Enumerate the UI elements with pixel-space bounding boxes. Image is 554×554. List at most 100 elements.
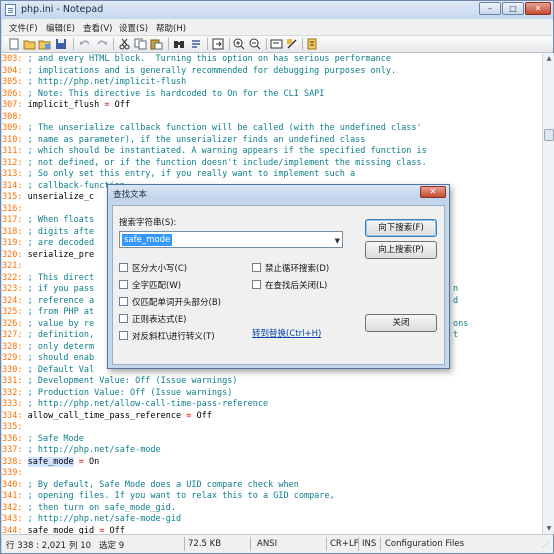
no-wrap-checkbox[interactable]: 禁止循环搜索(D) bbox=[252, 262, 352, 274]
chevron-down-icon[interactable]: ▼ bbox=[335, 237, 340, 245]
code-line: 336: ; Safe Mode bbox=[2, 433, 84, 444]
menu-edit[interactable]: 编辑(E) bbox=[46, 22, 75, 34]
scroll-down-icon[interactable]: ▼ bbox=[544, 523, 554, 534]
code-line: 337: ; http://php.net/safe-mode bbox=[2, 445, 161, 455]
code-line: 331: ; Development Value: Off (Issue war… bbox=[2, 376, 238, 386]
copy-icon[interactable] bbox=[134, 38, 147, 50]
checkbox-box[interactable] bbox=[119, 280, 128, 289]
comment-text: ; are decoded bbox=[27, 238, 95, 248]
find-icon[interactable] bbox=[173, 38, 186, 50]
checkbox-box[interactable] bbox=[119, 297, 128, 306]
line-number: 341 bbox=[2, 491, 18, 501]
toolbar-separator bbox=[302, 38, 303, 50]
close-window-button[interactable]: ✕ bbox=[525, 2, 551, 15]
checkbox-box[interactable] bbox=[119, 263, 128, 272]
find-next-button[interactable]: 向下搜索(F) bbox=[365, 219, 437, 237]
comment-text: ; which should be instantiated. A warnin… bbox=[27, 146, 427, 156]
line-number: 329 bbox=[2, 353, 18, 363]
close-dialog-button[interactable]: 关闭 bbox=[365, 314, 437, 332]
goto-icon[interactable] bbox=[212, 38, 225, 50]
comment-text: ; Production Value: Off (Issue warnings) bbox=[27, 387, 233, 398]
line-number: 332 bbox=[2, 387, 18, 398]
status-bar: 行 338 : 2,021 列 10 选定 9 72.5 KB ANSI CR+… bbox=[2, 534, 553, 553]
search-input-value[interactable]: safe_mode bbox=[122, 234, 173, 246]
new-file-icon[interactable] bbox=[8, 38, 21, 50]
code-line: 329: ; should enab bbox=[2, 353, 95, 363]
code-line: 333: ; http://php.net/allow-call-time-pa… bbox=[2, 399, 269, 409]
regex-checkbox[interactable]: 正则表达式(E) bbox=[119, 313, 239, 325]
status-divider bbox=[184, 537, 185, 551]
match-case-checkbox[interactable]: 区分大小写(C) bbox=[119, 262, 239, 274]
zoom-in-icon[interactable] bbox=[233, 38, 246, 50]
escape-backslash-checkbox[interactable]: 对反斜杠\进行转义(T) bbox=[119, 330, 239, 342]
menu-file[interactable]: 文件(F) bbox=[9, 22, 38, 34]
scheme-icon[interactable] bbox=[286, 38, 299, 50]
code-line: 305: ; http://php.net/implicit-flush bbox=[2, 77, 187, 87]
status-size: 72.5 KB bbox=[188, 539, 222, 549]
match-word-start-checkbox[interactable]: 仅匹配单词开头部分(B) bbox=[119, 296, 239, 308]
zoom-out-icon[interactable] bbox=[249, 38, 262, 50]
code-line: 323: ; if you pass bbox=[2, 284, 95, 294]
status-divider bbox=[380, 537, 381, 551]
undo-icon[interactable] bbox=[79, 38, 92, 50]
code-line: 338: safe_mode = On bbox=[2, 456, 100, 467]
status-encoding: ANSI bbox=[257, 539, 278, 549]
menu-help[interactable]: 帮助(H) bbox=[156, 22, 186, 34]
comment-text: ; So only set this entry, if you really … bbox=[27, 169, 356, 179]
resize-grip-icon[interactable]: ⋰ bbox=[542, 541, 549, 549]
options-icon[interactable] bbox=[306, 38, 319, 50]
checkbox-box[interactable] bbox=[119, 314, 128, 323]
save-icon[interactable] bbox=[55, 38, 68, 50]
line-number: 314 bbox=[2, 180, 18, 191]
status-file-type: Configuration Files bbox=[385, 539, 464, 549]
menu-settings[interactable]: 设置(S) bbox=[119, 22, 148, 34]
vertical-scrollbar[interactable]: ▲ ▼ bbox=[542, 53, 554, 534]
code-line: 327: ; definition, bbox=[2, 330, 95, 340]
code-line: 319: ; are decoded bbox=[2, 238, 95, 248]
checkbox-box[interactable] bbox=[252, 263, 261, 272]
find-dialog-close-button[interactable]: ✕ bbox=[420, 186, 446, 198]
redo-icon[interactable] bbox=[95, 38, 108, 50]
no-wrap-label: 禁止循环搜索(D) bbox=[265, 264, 330, 274]
directive-key: unserialize_c bbox=[27, 192, 95, 202]
code-line: 326: ; value by re bbox=[2, 318, 95, 329]
replace-icon[interactable] bbox=[190, 38, 203, 50]
comment-fragment: t bbox=[453, 330, 459, 340]
search-input[interactable]: safe_mode ▼ bbox=[119, 231, 343, 248]
line-number: 308 bbox=[2, 111, 18, 122]
open-folder-icon[interactable] bbox=[23, 38, 36, 50]
line-number: 323 bbox=[2, 284, 18, 294]
search-string-label: 搜索字符串(S): bbox=[119, 218, 177, 228]
comment-text: ; By default, Safe Mode does a UID compa… bbox=[27, 479, 299, 490]
status-divider bbox=[250, 537, 251, 551]
cut-icon[interactable] bbox=[118, 38, 131, 50]
menu-bar: 文件(F) 编辑(E) 查看(V) 设置(S) 帮助(H) bbox=[2, 19, 553, 36]
toolbar-separator bbox=[73, 38, 74, 50]
directive-value: Off bbox=[109, 525, 125, 535]
title-bar[interactable]: php.ini - Notepad – □ ✕ bbox=[1, 1, 553, 19]
checkbox-box[interactable] bbox=[252, 280, 261, 289]
word-wrap-icon[interactable] bbox=[270, 38, 283, 50]
close-after-find-checkbox[interactable]: 在查找后关闭(L) bbox=[252, 279, 352, 291]
find-dialog: 查找文本 ✕ 搜索字符串(S): safe_mode ▼ 向下搜索(F) 向上搜… bbox=[107, 184, 450, 369]
scroll-up-icon[interactable]: ▲ bbox=[544, 53, 554, 64]
maximize-button[interactable]: □ bbox=[502, 2, 524, 15]
find-dialog-title-bar[interactable]: 查找文本 ✕ bbox=[108, 185, 449, 201]
goto-replace-link[interactable]: 转到替换(Ctrl+H) bbox=[252, 327, 321, 339]
find-previous-button[interactable]: 向上搜索(P) bbox=[365, 241, 437, 259]
minimize-button[interactable]: – bbox=[479, 2, 501, 15]
paste-icon[interactable] bbox=[150, 38, 163, 50]
code-line: 325: ; from PHP at bbox=[2, 307, 95, 317]
scroll-thumb[interactable] bbox=[544, 129, 554, 141]
code-line: 335: bbox=[2, 422, 28, 432]
checkbox-box[interactable] bbox=[119, 331, 128, 340]
whole-word-checkbox[interactable]: 全字匹配(W) bbox=[119, 279, 239, 291]
open-recent-icon[interactable] bbox=[38, 38, 51, 50]
menu-view[interactable]: 查看(V) bbox=[83, 22, 112, 34]
comment-text: ; http://php.net/safe-mode bbox=[27, 445, 161, 455]
code-line: 334: allow_call_time_pass_reference = Of… bbox=[2, 410, 212, 421]
directive-key: implicit_flush bbox=[27, 100, 100, 110]
line-number: 322 bbox=[2, 272, 18, 283]
window-title: php.ini - Notepad bbox=[21, 4, 104, 15]
comment-text: ; opening files. If you want to relax th… bbox=[27, 491, 335, 501]
